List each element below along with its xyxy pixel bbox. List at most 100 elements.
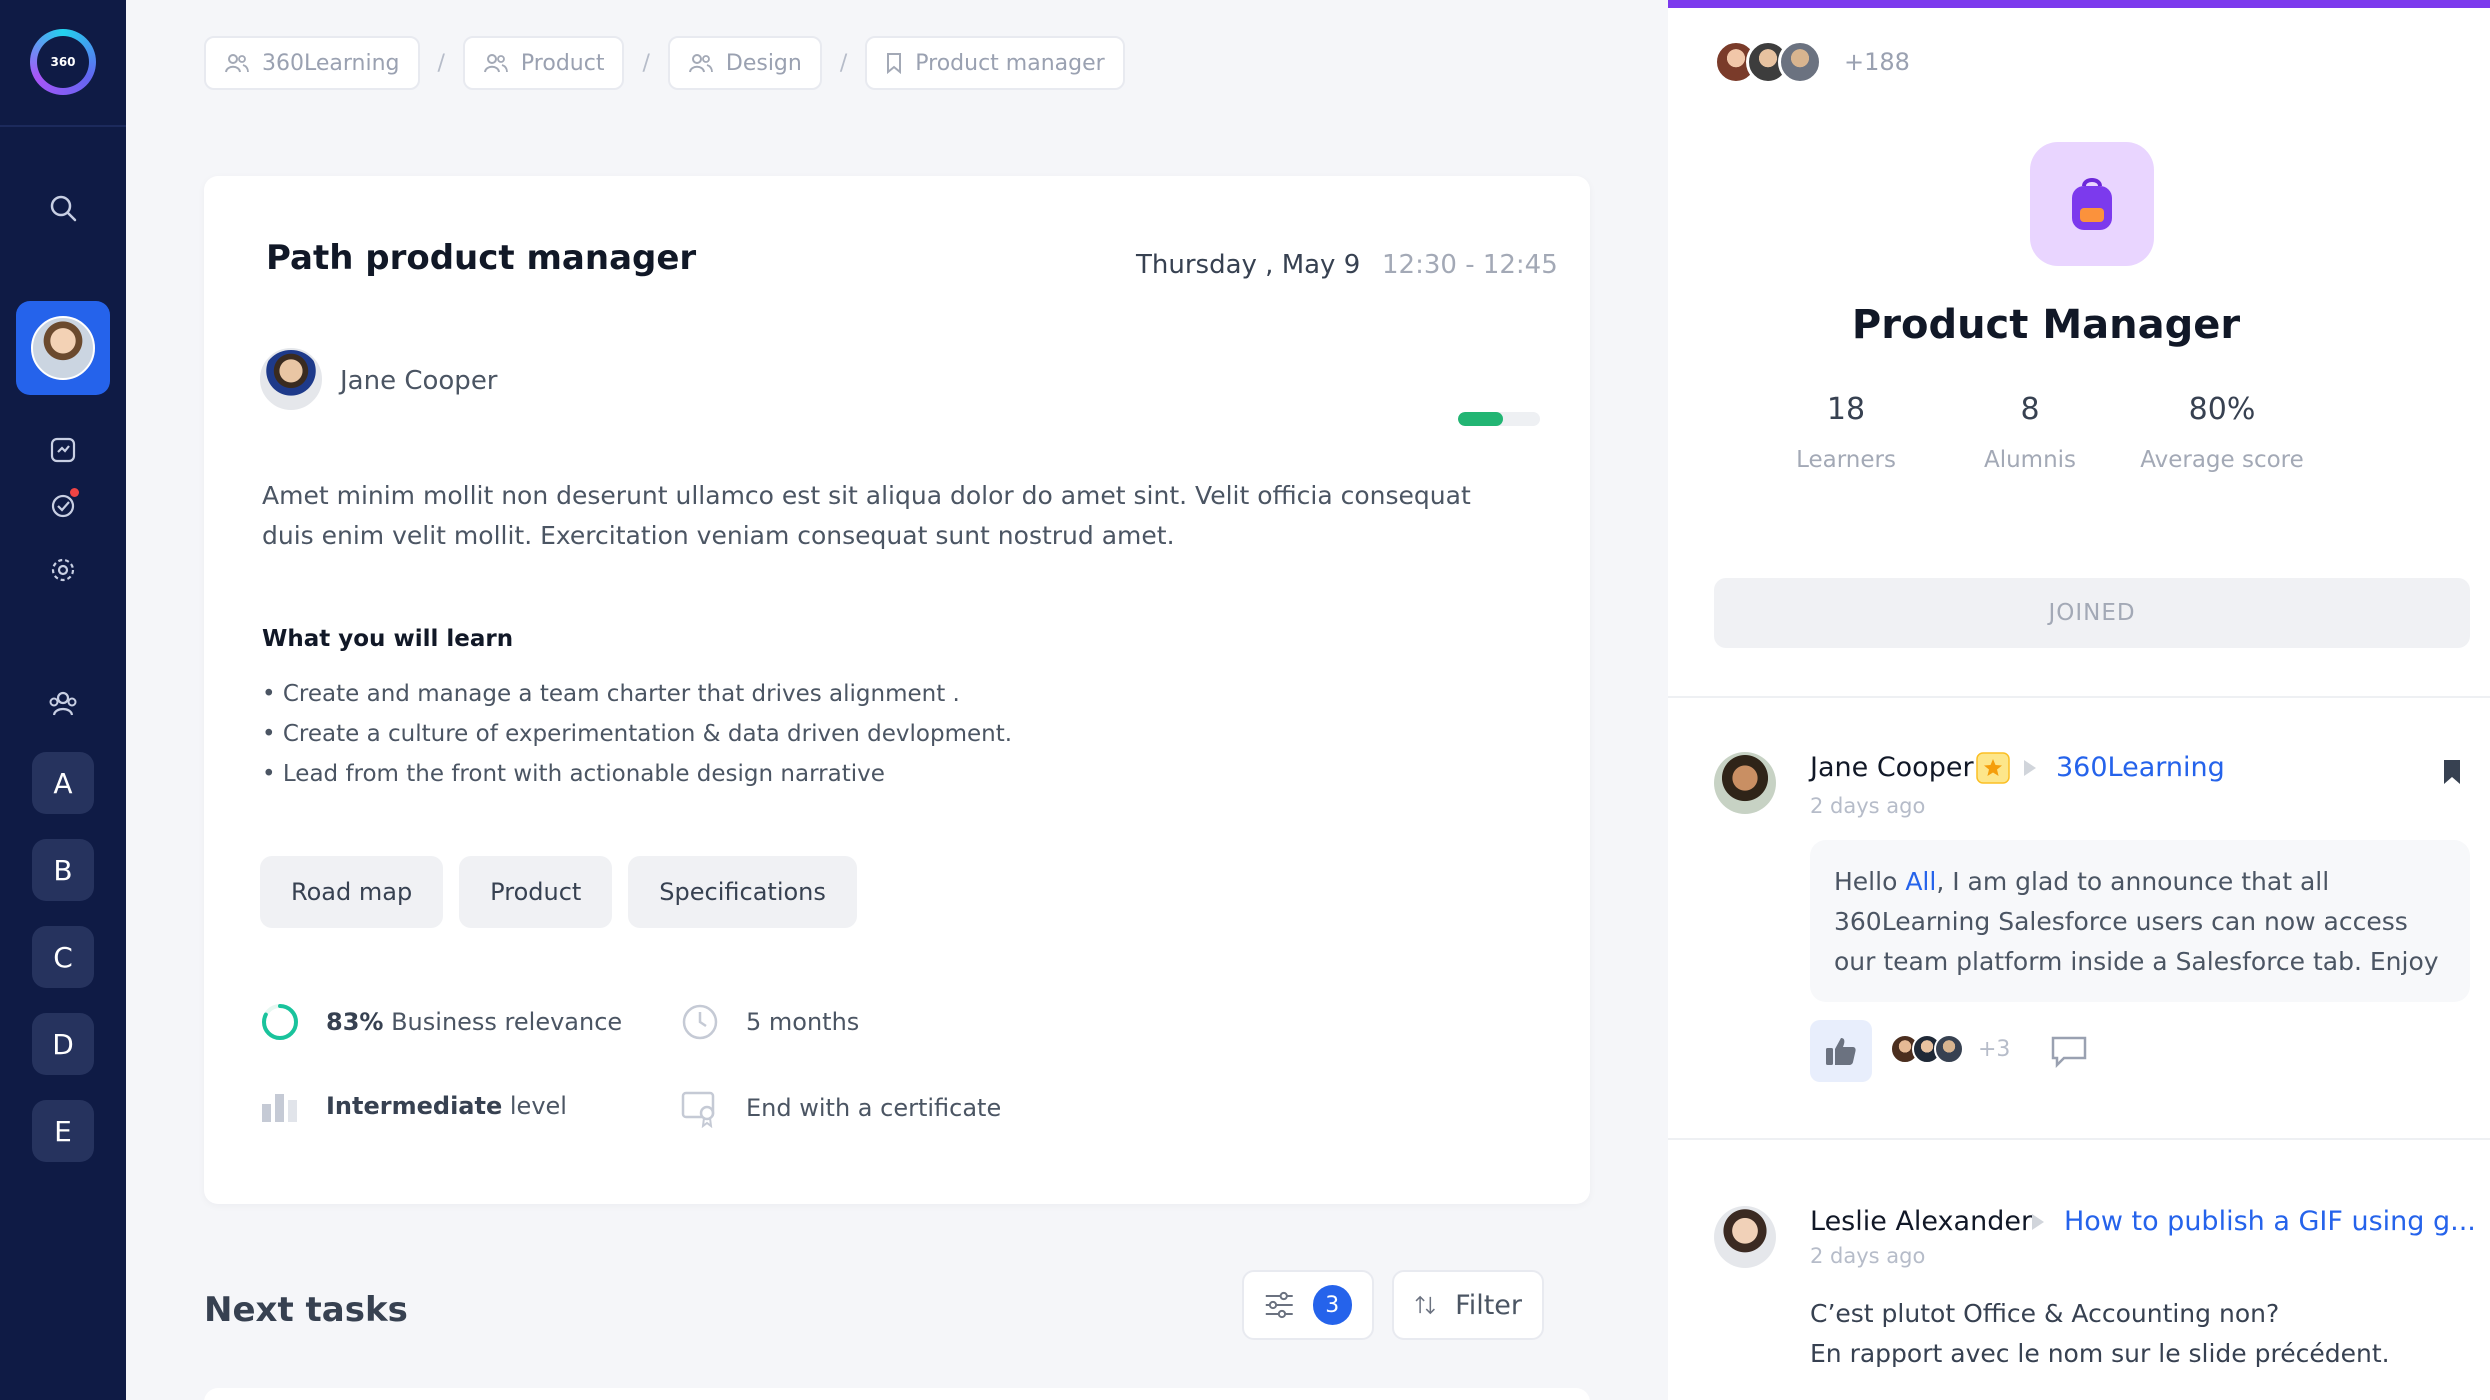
tag-specifications[interactable]: Specifications — [628, 856, 857, 928]
reaction-avatars[interactable]: +3 — [1890, 1034, 2010, 1064]
backpack-icon — [2030, 142, 2154, 266]
sort-arrows-icon — [1415, 1295, 1435, 1315]
relevance-ring-icon — [262, 1004, 298, 1040]
level-label: level — [509, 1092, 567, 1120]
joined-button[interactable]: JOINED — [1714, 578, 2470, 648]
sliders-icon — [1265, 1291, 1293, 1319]
stat-value: 8 — [2020, 392, 2040, 427]
task-card — [204, 1388, 1590, 1400]
reply-button[interactable] — [2050, 1034, 2088, 1072]
users-icon — [483, 54, 508, 73]
comment-author[interactable]: Jane Cooper — [1810, 752, 1974, 783]
breadcrumb-label: Design — [725, 50, 802, 76]
certificate-text: End with a certificate — [746, 1094, 1002, 1122]
workspace-d-button[interactable]: D — [32, 1013, 94, 1075]
relevance-value: 83% — [326, 1008, 384, 1036]
comment-author[interactable]: Leslie Alexander — [1810, 1206, 2032, 1237]
sidebar-profile-button[interactable] — [16, 301, 110, 395]
search-icon[interactable] — [43, 188, 83, 228]
comment-text: En rapport avec le nom sur le slide préc… — [1810, 1339, 2390, 1368]
sliders-filter-button[interactable]: 3 — [1242, 1270, 1374, 1340]
members-count: +188 — [1844, 48, 1910, 76]
filter-count-badge: 3 — [1312, 1285, 1352, 1325]
stat-alumnis: 8 Alumnis — [1960, 392, 2100, 473]
workspace-c-button[interactable]: C — [32, 926, 94, 988]
difficulty-level: Intermediate level — [260, 1088, 567, 1124]
users-icon — [225, 54, 249, 73]
stat-learners: 18 Learners — [1776, 392, 1916, 473]
workspace-a-button[interactable]: A — [32, 752, 94, 814]
arrow-right-icon — [2024, 760, 2036, 776]
level-bars-icon — [262, 1094, 297, 1122]
stat-average-score: 80% Average score — [2132, 392, 2312, 473]
breadcrumb-item-product[interactable]: Product — [462, 36, 625, 90]
arrow-right-icon — [2032, 1214, 2044, 1230]
panel-divider — [1668, 696, 2490, 698]
path-card: Path product manager Thursday , May 9 12… — [204, 176, 1590, 1204]
users-icon — [688, 54, 713, 73]
tasks-check-icon[interactable] — [43, 486, 83, 526]
bookmark-icon[interactable] — [2442, 758, 2462, 786]
group-link[interactable]: 360Learning — [2056, 752, 2225, 783]
next-tasks-title: Next tasks — [204, 1290, 408, 1330]
business-relevance: 83% Business relevance — [260, 1002, 622, 1042]
reaction-count: +3 — [1978, 1036, 2011, 1062]
avatar — [31, 316, 95, 380]
learn-item: • Lead from the front with actionable de… — [262, 761, 885, 787]
notification-dot — [70, 488, 79, 497]
topic-link[interactable]: How to publish a GIF using g... — [2064, 1206, 2476, 1237]
accent-bar — [1668, 0, 2490, 8]
tag-list: Road map Product Specifications — [260, 856, 857, 928]
avatar[interactable] — [1714, 752, 1776, 814]
breadcrumb-separator: / — [839, 50, 848, 76]
mention-link[interactable]: All — [1905, 867, 1936, 896]
dashboard-icon[interactable] — [43, 430, 83, 470]
breadcrumb-item-360learning[interactable]: 360Learning — [204, 36, 420, 90]
thumbs-up-icon — [1826, 1038, 1856, 1065]
path-title: Product Manager — [1851, 302, 2241, 348]
stat-label: Average score — [2140, 447, 2304, 473]
breadcrumb-item-design[interactable]: Design — [667, 36, 822, 90]
learn-heading: What you will learn — [262, 626, 514, 652]
breadcrumb-item-product-manager[interactable]: Product manager — [865, 36, 1125, 90]
level-value: Intermediate — [326, 1092, 503, 1120]
progress-fill — [1458, 412, 1504, 426]
workspace-b-button[interactable]: B — [32, 839, 94, 901]
breadcrumb: 360Learning / Product / Design / Product… — [204, 36, 1125, 90]
duration: 5 months — [680, 1002, 859, 1042]
avatar[interactable] — [1714, 1206, 1776, 1268]
author-name[interactable]: Jane Cooper — [340, 366, 498, 396]
comment-bubble-icon — [2051, 1036, 2087, 1069]
stat-label: Alumnis — [1983, 447, 2077, 473]
comment-time: 2 days ago — [1810, 794, 1926, 818]
avatar — [1934, 1034, 1964, 1064]
groups-icon[interactable] — [43, 684, 83, 724]
clock-icon — [682, 1004, 718, 1040]
breadcrumb-separator: / — [437, 50, 445, 76]
tag-road-map[interactable]: Road map — [260, 856, 444, 928]
workspace-e-button[interactable]: E — [32, 1100, 94, 1162]
relevance-label: Business relevance — [391, 1008, 623, 1036]
relevance-text: 83% Business relevance — [326, 1008, 622, 1036]
learn-item: • Create and manage a team charter that … — [262, 681, 960, 707]
author-avatar[interactable] — [260, 348, 322, 410]
settings-gear-icon[interactable] — [43, 550, 83, 590]
breadcrumb-label: 360Learning — [262, 50, 400, 76]
sidebar-divider — [0, 125, 126, 127]
path-description: Amet minim mollit non deserunt ullamco e… — [262, 481, 1471, 550]
bookmark-icon — [887, 53, 902, 74]
sidebar: 360 A B C D E — [0, 0, 126, 1400]
stat-value: 18 — [1826, 392, 1866, 427]
member-avatars[interactable]: +188 — [1714, 40, 1910, 84]
event-time: 12:30 - 12:45 — [1382, 250, 1558, 280]
app-root: 360 A B C D E 360Learning / Product / De… — [0, 0, 2490, 1400]
filter-button[interactable]: Filter — [1392, 1270, 1544, 1340]
like-button[interactable] — [1810, 1020, 1872, 1082]
path-detail-panel: +188 Product Manager 18 Learners 8 Alumn… — [1668, 0, 2490, 1400]
certificate-icon — [681, 1091, 715, 1128]
certificate-info: End with a certificate — [680, 1088, 1001, 1128]
level-text: Intermediate level — [326, 1092, 567, 1120]
tag-product[interactable]: Product — [459, 856, 613, 928]
comment-text: C’est plutot Office & Accounting non? — [1810, 1299, 2280, 1328]
app-logo[interactable]: 360 — [30, 29, 96, 95]
